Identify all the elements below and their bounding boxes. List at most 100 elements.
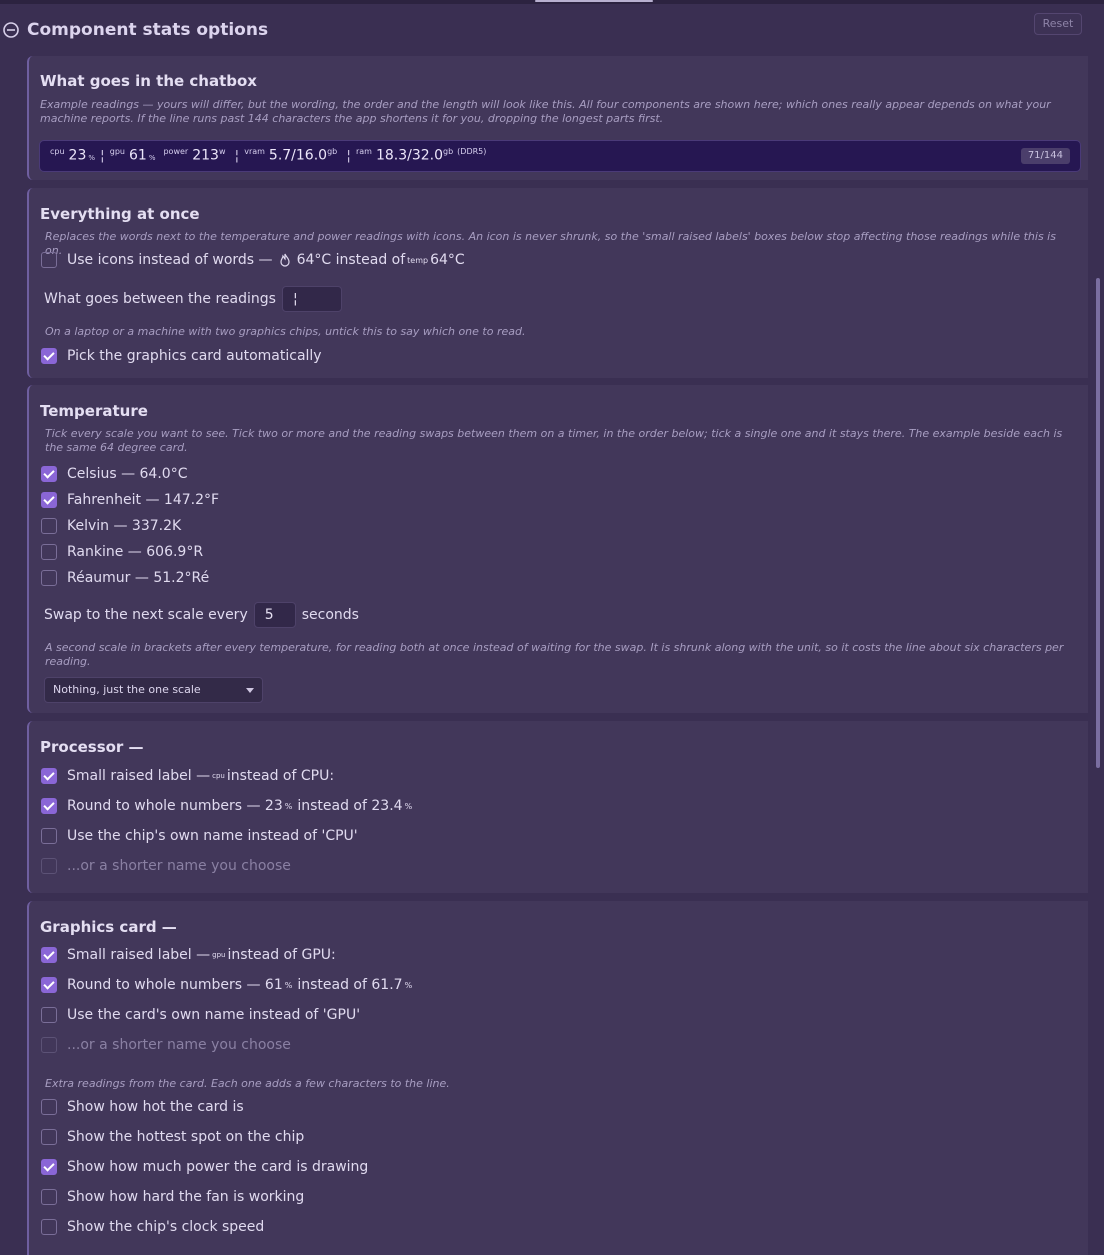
separator-row: What goes between the readings ¦ (41, 285, 342, 313)
raised-sup: cpu (212, 772, 225, 780)
shorter-label: ...or a shorter name you choose (67, 1037, 291, 1053)
scale-fahrenheit[interactable]: Fahrenheit — 147.2°F (41, 490, 219, 510)
separator-input[interactable]: ¦ (281, 286, 342, 312)
scale-checkbox[interactable] (41, 570, 57, 586)
cpu-round-toggle[interactable]: Round to whole numbers — 23 % instead of… (41, 796, 414, 816)
raised-label-b: instead of GPU: (227, 947, 336, 963)
cpu-shorter-toggle[interactable]: ...or a shorter name you choose (41, 856, 291, 876)
gpu-round-toggle[interactable]: Round to whole numbers — 61 % instead of… (41, 975, 414, 995)
cpu-chipname-toggle[interactable]: Use the chip's own name instead of 'CPU' (41, 826, 358, 846)
scale-checkbox[interactable] (41, 492, 57, 508)
vram-label: vram (244, 147, 265, 156)
chatbox-title: What goes in the chatbox (40, 72, 257, 90)
extra-checkbox[interactable] (41, 1129, 57, 1145)
section-header[interactable]: Component stats options Reset (0, 10, 1104, 54)
icons-label-c: 64°C (430, 252, 465, 268)
extra-hotspot[interactable]: Show the hottest spot on the chip (41, 1127, 304, 1147)
extra-label: Show how much power the card is drawing (67, 1159, 369, 1175)
gpu-note: On a laptop or a machine with two graphi… (45, 325, 526, 338)
cpu-label: cpu (50, 147, 65, 156)
graphics-section: Graphics card — Small raised label — gpu… (27, 901, 1088, 1255)
reset-button[interactable]: Reset (1034, 13, 1082, 35)
scale-checkbox[interactable] (41, 544, 57, 560)
separator: ¦ (346, 147, 351, 164)
cpu-shorter-checkbox[interactable] (41, 858, 57, 874)
swap-interval-input[interactable]: 5 (253, 602, 296, 628)
gpu-round-checkbox[interactable] (41, 977, 57, 993)
round-label: Round to whole numbers — 61 (67, 977, 283, 993)
everything-section: Everything at once Replaces the words ne… (27, 188, 1088, 378)
scale-label: Rankine — 606.9°R (67, 544, 204, 560)
extra-checkbox[interactable] (41, 1189, 57, 1205)
chatbox-preview: cpu 23% ¦ gpu 61 %power 213w ¦ vram 5.7/16.0gb ¦ ra… (39, 140, 1081, 172)
cpu-unit: % (88, 153, 96, 162)
collapse-icon[interactable] (3, 22, 19, 38)
second-scale-note: A second scale in brackets after every t… (45, 641, 1064, 668)
extra-label: Show the hottest spot on the chip (67, 1129, 305, 1145)
second-scale-select[interactable]: Nothing, just the one scale (44, 677, 263, 703)
extra-label: Show how hard the fan is working (67, 1189, 305, 1205)
cpu-round-checkbox[interactable] (41, 798, 57, 814)
extra-clock[interactable]: Show the chip's clock speed (41, 1217, 264, 1237)
gpu-shorter-toggle[interactable]: ...or a shorter name you choose (41, 1035, 291, 1055)
extra-checkbox[interactable] (41, 1219, 57, 1235)
gpu-raised-toggle[interactable]: Small raised label — gpu instead of GPU: (41, 945, 336, 965)
icons-label-sup: temp (407, 255, 429, 265)
ram-value: 18.3/32.0 (375, 147, 443, 164)
scale-celsius[interactable]: Celsius — 64.0°C (41, 464, 187, 484)
round-label: Round to whole numbers — 23 (67, 798, 283, 814)
extra-power[interactable]: Show how much power the card is drawing (41, 1157, 368, 1177)
auto-gpu-checkbox[interactable] (41, 348, 57, 364)
preview-line: cpu 23% ¦ gpu 61 %power 213w ¦ vram 5.7/16.0gb ¦ ra… (50, 147, 490, 164)
scale-rankine[interactable]: Rankine — 606.9°R (41, 542, 203, 562)
raised-sup: gpu (212, 951, 226, 959)
round-unit-2: % (404, 980, 413, 990)
gpu-label: gpu (109, 147, 125, 156)
vram-value: 5.7/16.0 (268, 147, 328, 164)
icons-checkbox[interactable] (41, 252, 57, 268)
swap-unit: seconds (301, 607, 359, 623)
scale-label: Réaumur — 51.2°Ré (67, 570, 210, 586)
separator: ¦ (100, 147, 105, 164)
temperature-section: Temperature Tick every scale you want to… (27, 385, 1088, 713)
extra-card-temp[interactable]: Show how hot the card is (41, 1097, 244, 1117)
separator-label: What goes between the readings (44, 291, 276, 307)
extras-note: Extra readings from the card. Each one a… (45, 1077, 450, 1090)
scale-checkbox[interactable] (41, 466, 57, 482)
round-label-b: instead of 61.7 (297, 977, 403, 993)
gpu-cardname-toggle[interactable]: Use the card's own name instead of 'GPU' (41, 1005, 360, 1025)
extra-fan[interactable]: Show how hard the fan is working (41, 1187, 304, 1207)
round-unit: % (284, 801, 293, 811)
drag-handle[interactable] (535, 0, 653, 2)
icons-toggle[interactable]: Use icons instead of words — 64°C instea… (41, 250, 465, 270)
extra-checkbox[interactable] (41, 1099, 57, 1115)
raised-label: Small raised label — (67, 947, 211, 963)
scale-kelvin[interactable]: Kelvin — 337.2K (41, 516, 181, 536)
round-label-b: instead of 23.4 (297, 798, 403, 814)
icons-label: Use icons instead of words — (67, 252, 273, 268)
scale-label: Fahrenheit — 147.2°F (67, 492, 220, 508)
cpu-raised-checkbox[interactable] (41, 768, 57, 784)
extra-checkbox[interactable] (41, 1159, 57, 1175)
cpu-chipname-checkbox[interactable] (41, 828, 57, 844)
scrollbar[interactable] (1096, 278, 1100, 768)
gpu-shorter-checkbox[interactable] (41, 1037, 57, 1053)
scale-checkbox[interactable] (41, 518, 57, 534)
gpu-raised-checkbox[interactable] (41, 947, 57, 963)
shorter-label: ...or a shorter name you choose (67, 858, 291, 874)
scale-reaumur[interactable]: Réaumur — 51.2°Ré (41, 568, 209, 588)
chatbox-note: Example readings — yours will differ, bu… (40, 98, 1051, 125)
cpu-raised-toggle[interactable]: Small raised label — cpu instead of CPU: (41, 766, 334, 786)
extra-label: Show the chip's clock speed (67, 1219, 265, 1235)
auto-gpu-toggle[interactable]: Pick the graphics card automatically (41, 346, 322, 366)
separator: ¦ (234, 147, 240, 164)
char-counter: 71/144 (1020, 148, 1070, 164)
scale-label: Celsius — 64.0°C (67, 466, 188, 482)
round-unit-2: % (404, 801, 413, 811)
gpu-value: 61 (128, 147, 147, 164)
swap-label: Swap to the next scale every (44, 607, 248, 623)
cpu-value: 23 (68, 147, 87, 164)
icons-label-b: 64°C instead of (296, 252, 406, 268)
round-unit: % (284, 980, 293, 990)
gpu-cardname-checkbox[interactable] (41, 1007, 57, 1023)
